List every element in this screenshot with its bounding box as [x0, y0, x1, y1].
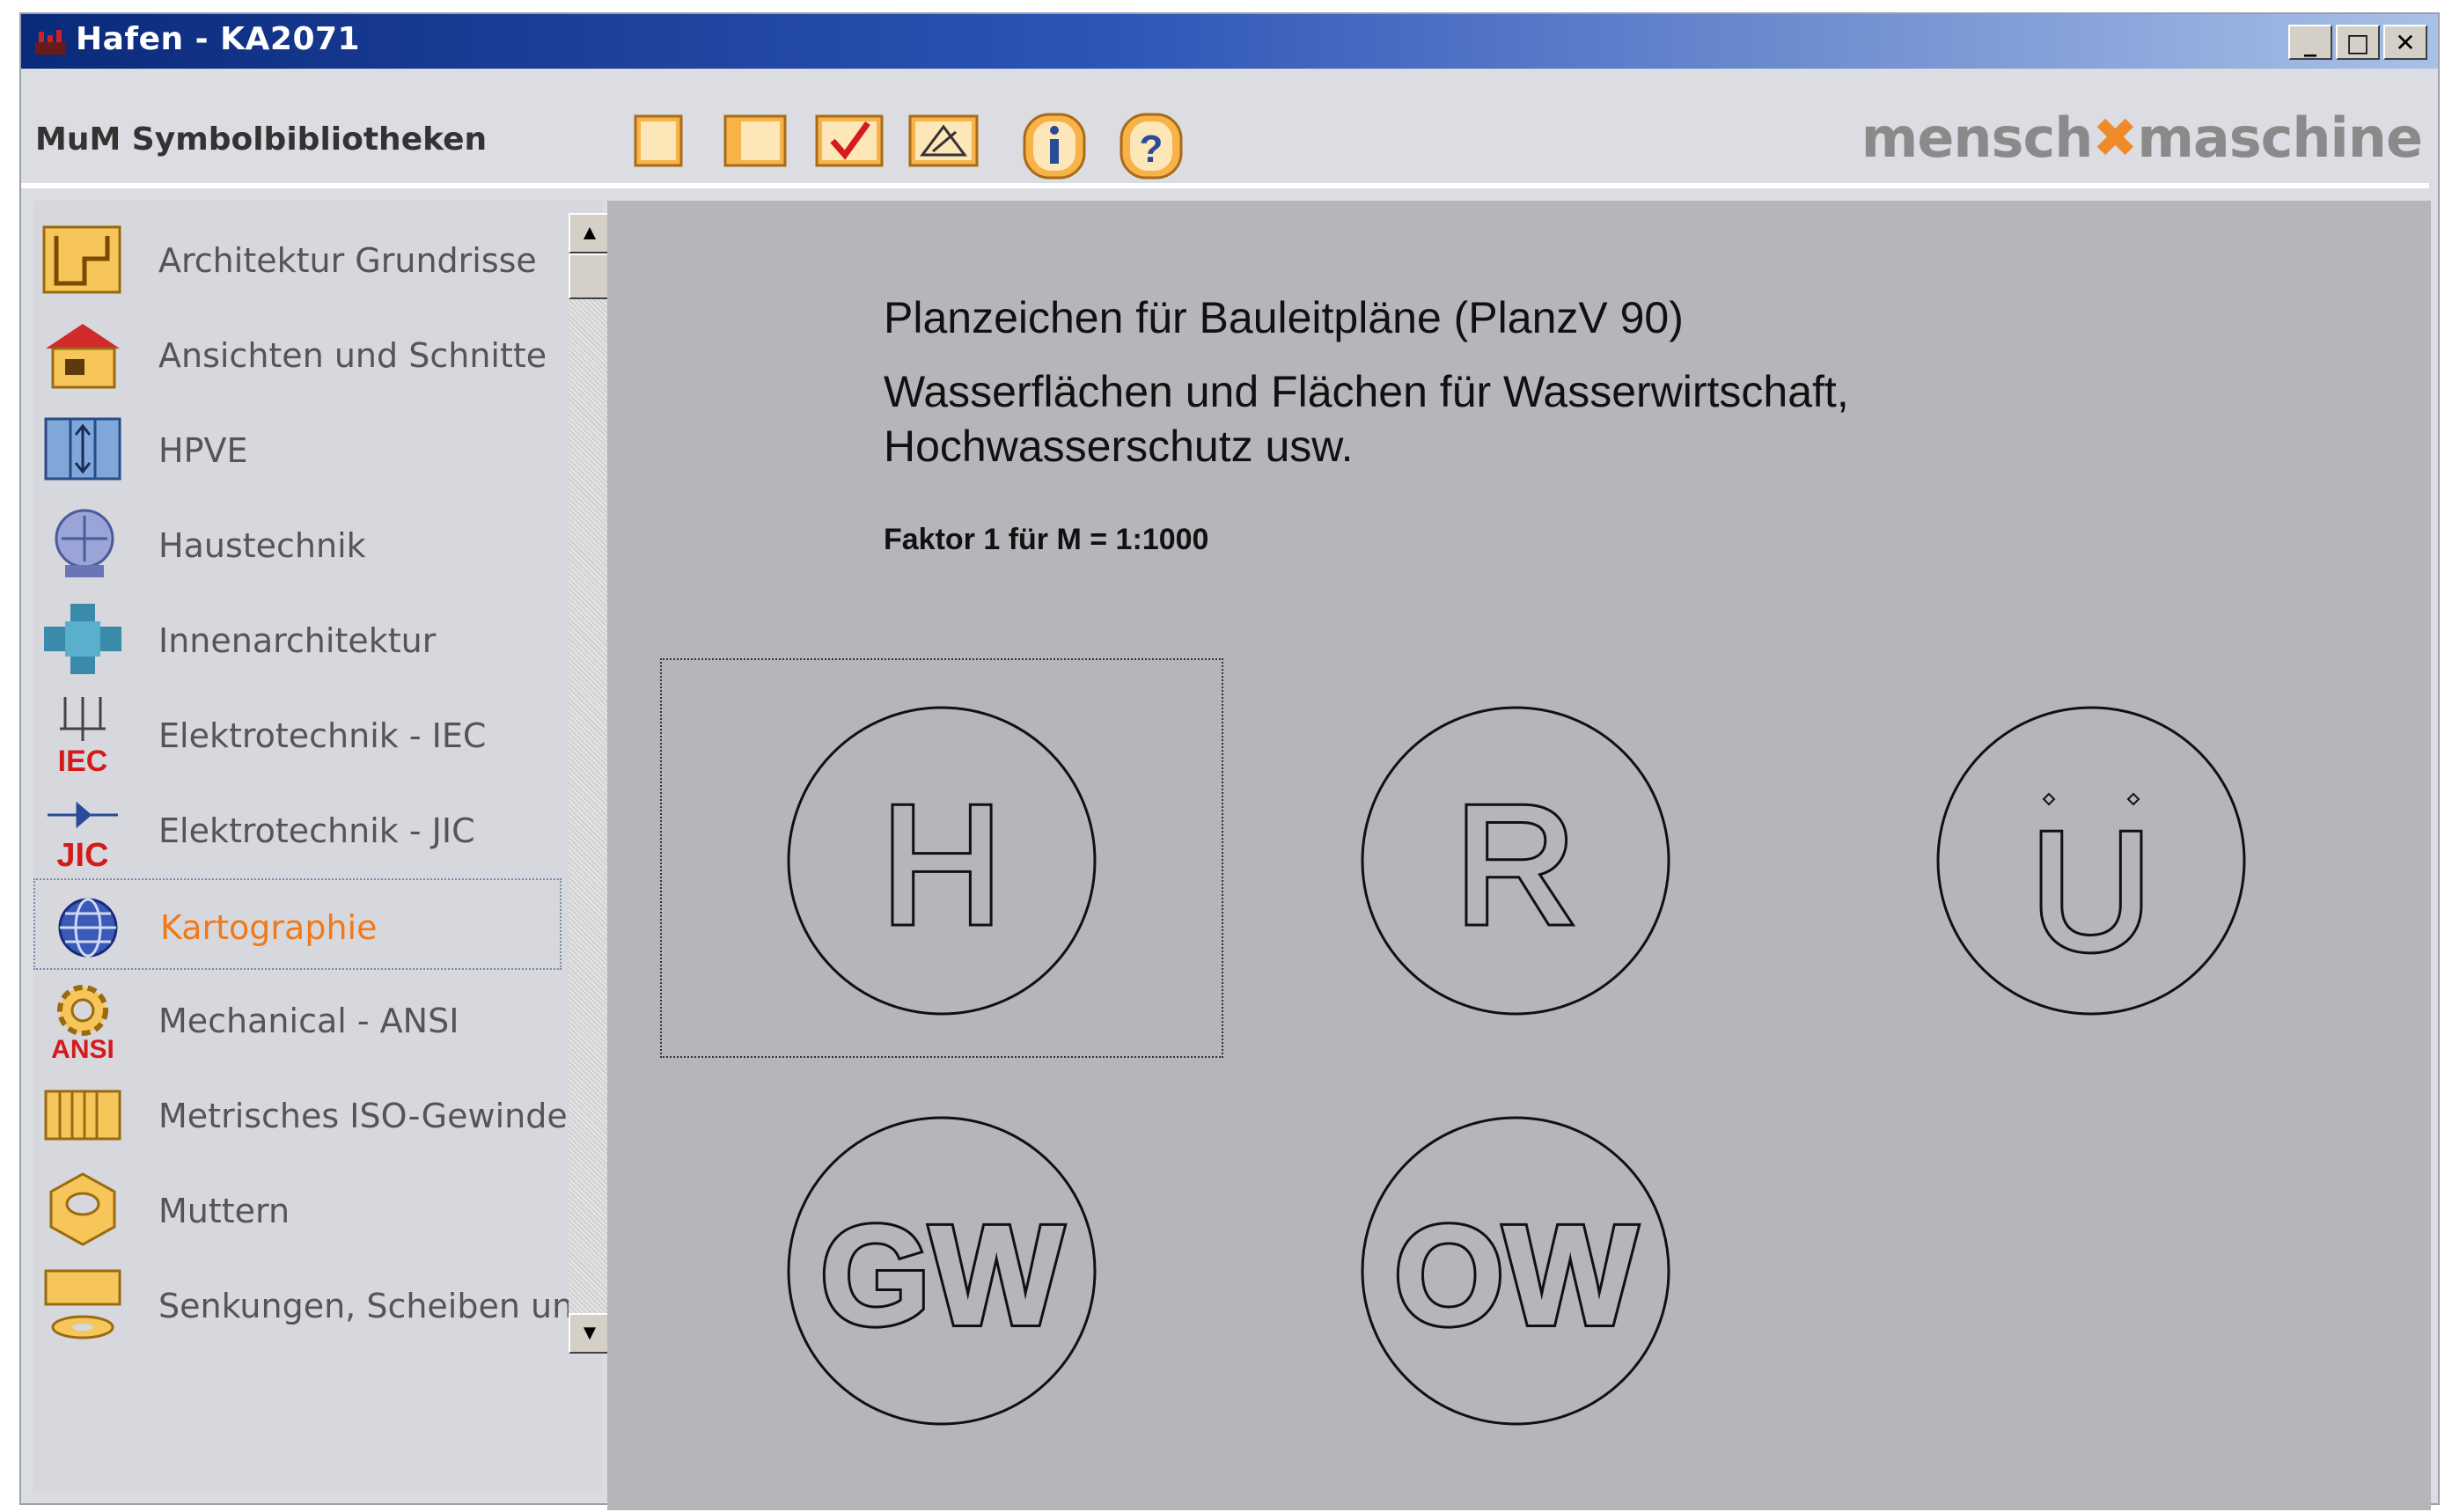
sidebar-item-elektro-iec[interactable]: IEC Elektrotechnik - IEC — [33, 688, 562, 780]
app-title: MuM Symbolbibliotheken — [35, 121, 488, 158]
svg-text:R: R — [1455, 772, 1575, 958]
svg-text:H: H — [881, 772, 1002, 958]
nut-icon — [49, 1172, 116, 1246]
close-icon: ✕ — [2395, 27, 2416, 57]
jic-icon: JIC — [48, 801, 118, 870]
app-window: Hafen - KA2071 _ □ ✕ MuM Symbolbibliothe… — [19, 12, 2440, 1510]
interior-icon — [44, 604, 121, 674]
close-button[interactable]: ✕ — [2383, 25, 2427, 60]
sidebar-item-ansichten[interactable]: Ansichten und Schnitte — [33, 308, 562, 400]
window-title: Hafen - KA2071 — [76, 21, 361, 57]
thread-icon — [44, 1090, 121, 1141]
sidebar-item-hpve[interactable]: HPVE — [33, 403, 562, 495]
arrow-up-icon: ▲ — [579, 221, 600, 245]
sidebar-item-kartographie[interactable]: Kartographie — [33, 878, 562, 970]
sidebar-item-mechanical-ansi[interactable]: ANSI Mechanical - ANSI — [33, 973, 562, 1065]
symbol-r[interactable]: R R — [1357, 702, 1674, 1019]
maximize-icon: □ — [2346, 27, 2370, 57]
info-icon[interactable] — [1021, 113, 1088, 180]
gear-icon: ANSI — [51, 985, 114, 1060]
sidebar-item-muttern[interactable]: Muttern — [33, 1163, 562, 1255]
svg-text:GW: GW — [820, 1196, 1062, 1354]
symbol-panel: Planzeichen für Bauleitpläne (PlanzV 90)… — [607, 201, 2431, 1510]
scale-factor: Faktor 1 für M = 1:1000 — [884, 523, 1209, 556]
sidebar-item-senkungen[interactable]: Senkungen, Scheiben und Du — [33, 1259, 652, 1350]
sidebar-scrollbar[interactable] — [569, 213, 611, 1354]
svg-text:OW: OW — [1394, 1196, 1636, 1354]
sidebar-item-elektro-jic[interactable]: JIC Elektrotechnik - JIC — [33, 783, 562, 875]
maximize-button[interactable]: □ — [2336, 25, 2380, 60]
svg-text:ANSI: ANSI — [51, 1035, 114, 1060]
symbol-h[interactable]: H H — [783, 702, 1100, 1019]
washer-icon — [44, 1269, 121, 1340]
symbol-gw[interactable]: GW GW — [783, 1112, 1100, 1429]
sidebar-item-architektur[interactable]: Architektur Grundrisse — [33, 213, 562, 305]
header-divider — [21, 183, 2429, 188]
new-page-icon[interactable] — [632, 113, 685, 169]
hpve-icon — [44, 417, 121, 481]
minimize-button[interactable]: _ — [2288, 25, 2332, 60]
scroll-thumb[interactable] — [569, 253, 611, 299]
sidebar-item-iso-gewinde[interactable]: Metrisches ISO-Gewinde — [33, 1068, 568, 1160]
svg-text:U: U — [2030, 798, 2151, 985]
title-bar[interactable]: Hafen - KA2071 _ □ ✕ — [21, 14, 2438, 69]
app-icon — [35, 30, 65, 55]
check-icon[interactable] — [813, 113, 885, 169]
house-icon — [46, 324, 120, 389]
scroll-up-button[interactable]: ▲ — [569, 213, 611, 253]
symbol-ow[interactable]: OW OW — [1357, 1112, 1674, 1429]
svg-text:JIC: JIC — [56, 837, 108, 870]
hvac-icon — [55, 509, 114, 577]
sidebar-item-haustechnik[interactable]: Haustechnik — [33, 498, 562, 590]
svg-text:IEC: IEC — [58, 745, 108, 774]
scroll-down-button[interactable]: ▼ — [569, 1313, 611, 1354]
iec-icon: IEC — [58, 697, 108, 774]
minimize-icon: _ — [2304, 27, 2316, 57]
svg-text:?: ? — [1140, 128, 1164, 171]
content-heading: Planzeichen für Bauleitpläne (PlanzV 90) — [884, 293, 1684, 342]
panel-icon[interactable] — [722, 113, 789, 169]
floorplan-icon — [42, 225, 121, 294]
symbol-ue[interactable]: U U — [1933, 702, 2250, 1019]
content-subheading: Wasserflächen und Flächen für Wasserwirt… — [884, 367, 1849, 471]
arrow-down-icon: ▼ — [579, 1321, 600, 1345]
sidebar-item-innenarchitektur[interactable]: Innenarchitektur — [33, 593, 562, 685]
brand-logo: mensch✖maschine — [1861, 106, 2423, 170]
edit-icon[interactable] — [907, 113, 980, 169]
globe-icon — [58, 898, 118, 958]
help-icon[interactable]: ? — [1118, 113, 1185, 180]
library-sidebar: Architektur Grundrisse Ansichten und Sch… — [33, 201, 652, 1493]
